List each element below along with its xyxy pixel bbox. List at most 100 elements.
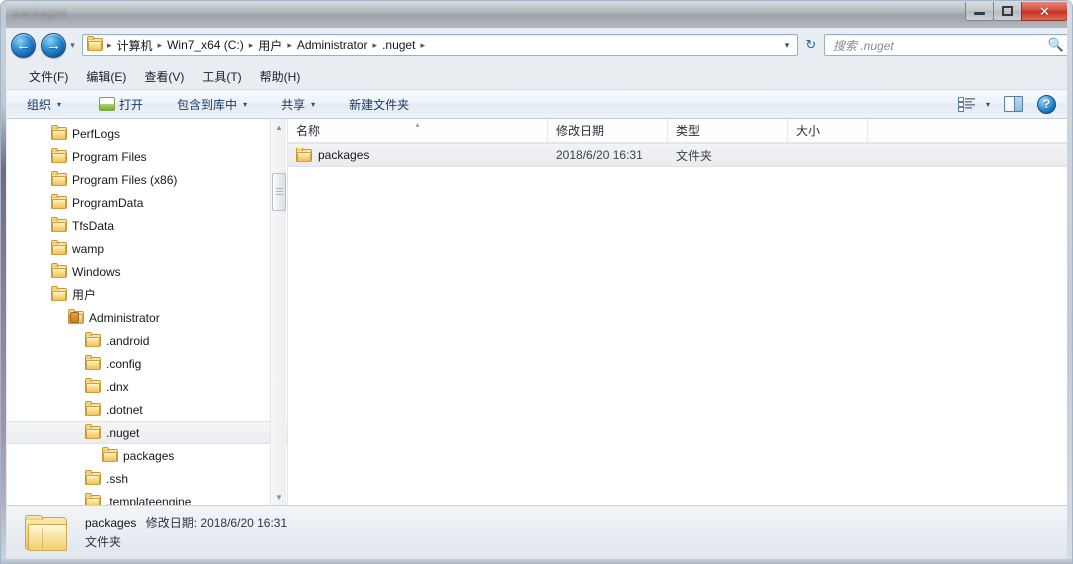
organize-button[interactable]: 组织 ▾: [19, 93, 69, 116]
refresh-button[interactable]: ↻: [800, 34, 822, 56]
view-mode-chevron-down-icon[interactable]: ▾: [986, 100, 990, 109]
history-dropdown-button[interactable]: ▾: [66, 33, 79, 58]
column-header-1[interactable]: 修改日期: [548, 119, 668, 142]
scroll-down-icon[interactable]: ▼: [271, 489, 287, 505]
menu-bar: 文件(F) 编辑(E) 查看(V) 工具(T) 帮助(H): [7, 65, 1068, 87]
folder-tree: PerfLogs Program Files Program Files (x86)…: [7, 119, 287, 505]
back-button[interactable]: ←: [11, 32, 36, 58]
help-icon[interactable]: ?: [1037, 94, 1056, 114]
close-button[interactable]: ✕: [1021, 2, 1068, 21]
breadcrumb-item-4[interactable]: .nuget: [378, 37, 419, 53]
breadcrumb-item-0[interactable]: 计算机: [113, 36, 157, 55]
new-folder-label: 新建文件夹: [349, 97, 410, 112]
menu-item-view[interactable]: 查看(V): [135, 66, 193, 87]
open-icon: [99, 97, 116, 111]
forward-button[interactable]: →: [41, 32, 66, 58]
breadcrumb-separator: ▸: [420, 39, 425, 50]
column-header-2[interactable]: 类型: [668, 119, 788, 142]
folder-icon: [85, 401, 101, 416]
search-box[interactable]: 搜索 .nuget 🔍: [824, 34, 1069, 56]
tree-item-dotnet[interactable]: .dotnet: [7, 398, 287, 421]
breadcrumb-item-2[interactable]: 用户: [254, 36, 286, 55]
open-label: 打开: [119, 97, 144, 112]
column-header-3[interactable]: 大小: [788, 119, 868, 142]
share-button[interactable]: 共享 ▾: [273, 93, 323, 116]
file-list-pane: ▴ 名称 修改日期 类型 大小 packages 2018/6/20 16:31 文件夹: [288, 119, 1068, 505]
navigation-pane: PerfLogs Program Files Program Files (x86)…: [7, 119, 288, 505]
open-button[interactable]: 打开: [91, 93, 151, 116]
tree-item-dnx[interactable]: .dnx: [7, 375, 287, 398]
tree-item-ProgramData[interactable]: ProgramData: [7, 191, 287, 214]
folder-icon: [85, 493, 101, 505]
tree-item-label: wamp: [72, 241, 105, 256]
folder-icon: [51, 148, 67, 163]
details-item-name: packages: [85, 516, 137, 531]
chevron-down-icon: ▾: [70, 39, 75, 50]
tree-item-ssh[interactable]: .ssh: [7, 467, 287, 490]
search-input[interactable]: 搜索 .nuget: [833, 37, 1048, 54]
minimize-icon: [974, 12, 985, 15]
table-row[interactable]: packages 2018/6/20 16:31 文件夹: [288, 143, 1068, 167]
tree-item-TfsData[interactable]: TfsData: [7, 214, 287, 237]
share-label: 共享: [281, 97, 306, 112]
details-modified-label: 修改日期:: [145, 516, 198, 531]
folder-icon: [85, 378, 101, 393]
maximize-button[interactable]: [993, 2, 1022, 21]
menu-item-file[interactable]: 文件(F): [20, 66, 77, 87]
breadcrumb-item-1[interactable]: Win7_x64 (C:): [163, 37, 248, 53]
tree-item-Windows[interactable]: Windows: [7, 260, 287, 283]
column-header-label: 大小: [796, 124, 821, 138]
back-arrow-icon: ←: [16, 36, 31, 54]
folder-icon: [102, 447, 118, 462]
tree-item-packages[interactable]: packages: [7, 444, 287, 467]
menu-item-tools[interactable]: 工具(T): [193, 66, 250, 87]
folder-icon: [85, 470, 101, 485]
folder-icon: [51, 194, 67, 209]
title-bar-gloss: [1, 1, 1072, 14]
command-toolbar: 组织 ▾ 打开 包含到库中 ▾ 共享 ▾ 新建文件夹 ▾ ?: [7, 89, 1068, 119]
file-name-label: packages: [318, 148, 370, 162]
tree-item-label: Windows: [72, 264, 121, 279]
include-in-library-label: 包含到库中: [177, 97, 238, 112]
file-modified-cell: 2018/6/20 16:31: [556, 148, 643, 162]
nav-pane-scrollbar[interactable]: ▲ ▼: [270, 119, 286, 505]
minimize-button[interactable]: [965, 2, 994, 21]
tree-item-android[interactable]: .android: [7, 329, 287, 352]
title-bar[interactable]: packages ✕: [1, 1, 1072, 28]
tree-item-[interactable]: 用户: [7, 283, 287, 306]
forward-arrow-icon: →: [46, 36, 61, 54]
folder-icon: [51, 286, 67, 301]
tree-item-label: .ssh: [106, 471, 129, 486]
scrollbar-thumb[interactable]: [272, 173, 286, 211]
address-folder-icon: [87, 36, 103, 52]
tree-item-ProgramFiles[interactable]: Program Files: [7, 145, 287, 168]
address-dropdown-icon[interactable]: ▾: [779, 40, 795, 51]
tree-item-label: packages: [123, 448, 175, 463]
include-in-library-button[interactable]: 包含到库中 ▾: [169, 93, 255, 116]
search-icon: 🔍: [1047, 37, 1064, 52]
tree-item-Administrator[interactable]: Administrator: [7, 306, 287, 329]
tree-item-config[interactable]: .config: [7, 352, 287, 375]
folder-icon: [51, 171, 67, 186]
new-folder-button[interactable]: 新建文件夹: [341, 93, 417, 116]
column-header-label: 类型: [676, 124, 701, 138]
breadcrumb-bar[interactable]: ▸ 计算机 ▸ Win7_x64 (C:) ▸ 用户 ▸ Administrat…: [82, 34, 798, 56]
toolbar-right-group: ▾ ?: [957, 94, 1068, 114]
scroll-up-icon[interactable]: ▲: [271, 119, 287, 135]
tree-item-templateengine[interactable]: .templateengine: [7, 490, 287, 505]
column-header-0[interactable]: ▴ 名称: [288, 119, 548, 142]
menu-item-help[interactable]: 帮助(H): [251, 66, 310, 87]
explorer-window: packages ✕ ← → ▾ ▸ 计算机 ▸ Win7_x64 (C:) ▸…: [0, 0, 1073, 564]
window-controls: ✕: [965, 2, 1068, 21]
preview-pane-icon[interactable]: [1004, 96, 1023, 112]
menu-item-edit[interactable]: 编辑(E): [77, 66, 135, 87]
tree-item-label: .dnx: [106, 379, 129, 394]
tree-item-wamp[interactable]: wamp: [7, 237, 287, 260]
tree-item-ProgramFilesx86[interactable]: Program Files (x86): [7, 168, 287, 191]
file-rows: packages 2018/6/20 16:31 文件夹: [288, 143, 1068, 167]
view-mode-icon[interactable]: [957, 96, 976, 112]
tree-item-nuget[interactable]: .nuget: [7, 421, 287, 444]
details-item-type: 文件夹: [85, 535, 122, 549]
breadcrumb-item-3[interactable]: Administrator: [293, 37, 372, 53]
tree-item-PerfLogs[interactable]: PerfLogs: [7, 122, 287, 145]
